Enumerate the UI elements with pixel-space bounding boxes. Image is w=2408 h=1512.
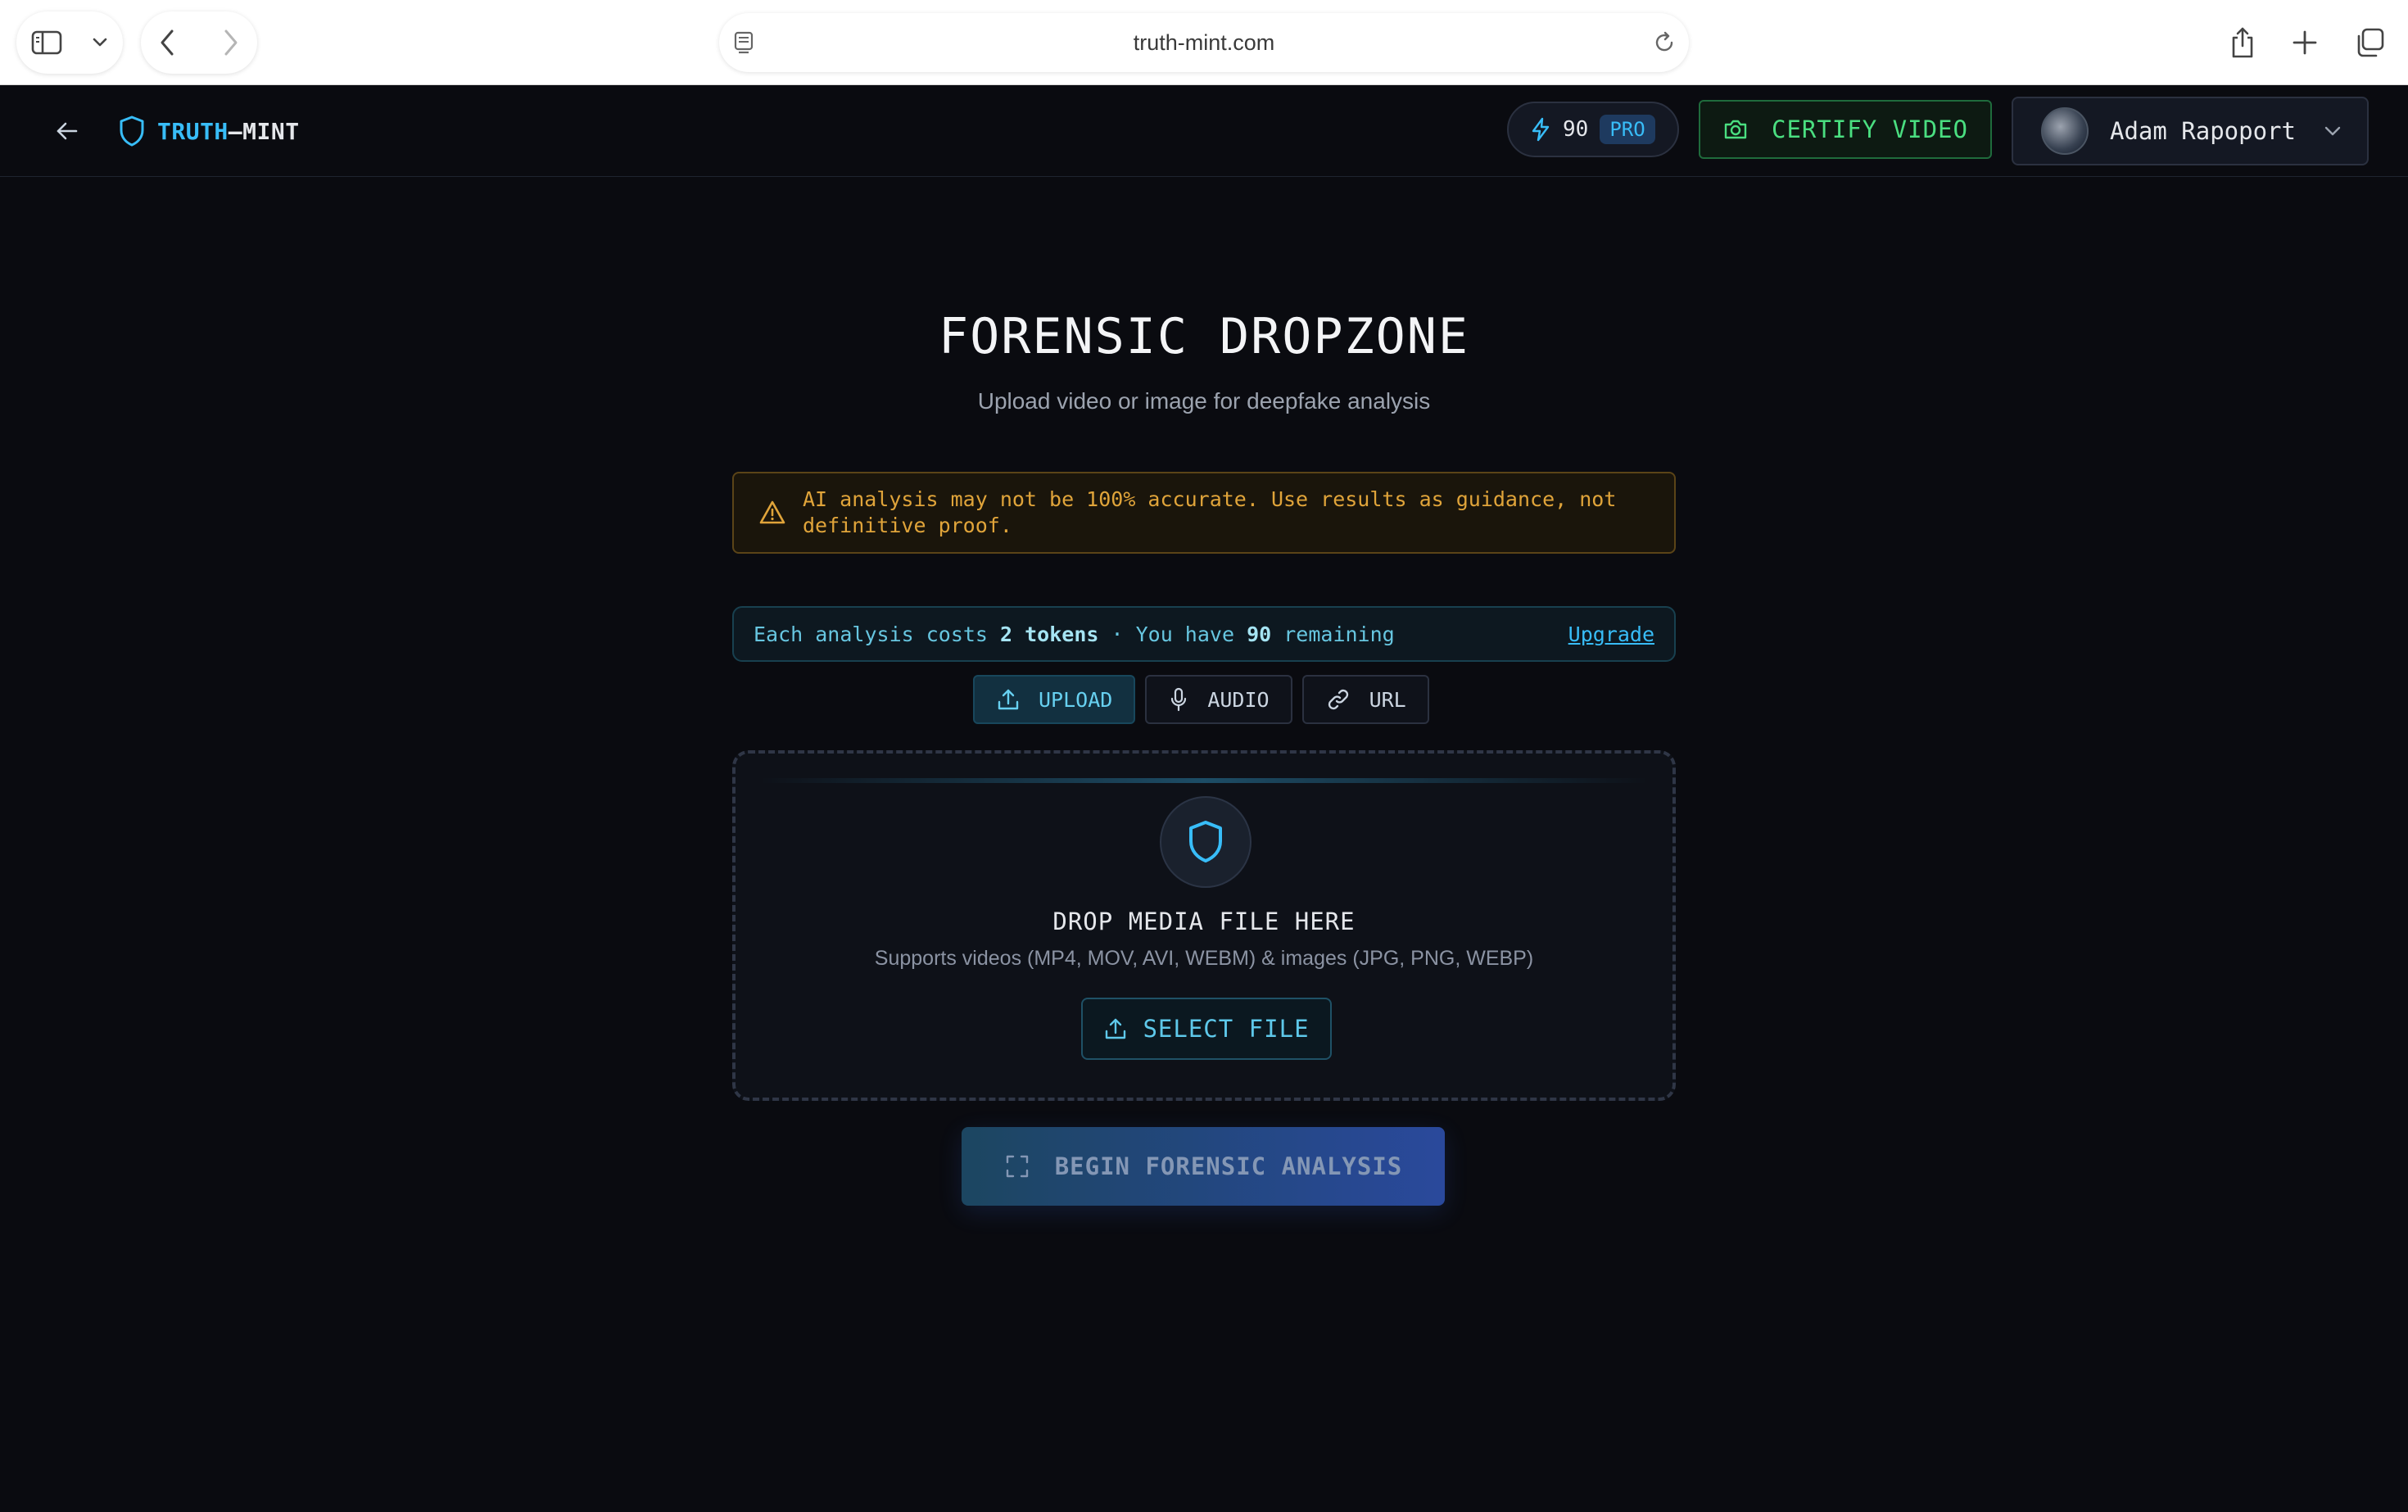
address-bar[interactable]: truth-mint.com <box>719 13 1689 72</box>
token-cost-bar: Each analysis costs 2 tokens · You have … <box>732 606 1676 662</box>
shield-icon <box>1186 819 1225 865</box>
token-count: 90 <box>1563 117 1589 142</box>
back-arrow-icon[interactable] <box>54 118 80 144</box>
sidebar-toggle-group[interactable] <box>16 11 123 74</box>
warning-text: AI analysis may not be 100% accurate. Us… <box>803 487 1617 537</box>
begin-analysis-button[interactable]: BEGIN FORENSIC ANALYSIS <box>962 1127 1445 1206</box>
select-file-label: SELECT FILE <box>1143 1015 1310 1043</box>
logo[interactable]: TRUTH–MINT <box>118 113 300 149</box>
avatar <box>2041 107 2089 155</box>
url-text[interactable]: truth-mint.com <box>1134 30 1275 56</box>
chevron-down-icon <box>2323 121 2342 141</box>
back-icon[interactable] <box>159 29 175 57</box>
input-mode-tabs: UPLOAD AUDIO URL <box>973 675 1429 724</box>
token-cost-prefix: Each analysis costs <box>754 622 1001 646</box>
page-title: FORENSIC DROPZONE <box>938 308 1470 365</box>
certify-video-button[interactable]: CERTIFY VIDEO <box>1699 100 1992 159</box>
page-icon[interactable] <box>731 29 757 56</box>
token-cost-amount: 2 tokens <box>1000 622 1099 646</box>
camera-icon <box>1722 118 1749 141</box>
logo-text-part2: –MINT <box>228 117 300 145</box>
dropzone-subtitle: Supports videos (MP4, MOV, AVI, WEBM) & … <box>874 947 1534 970</box>
page-subtitle: Upload video or image for deepfake analy… <box>977 388 1431 414</box>
token-cost-suffix: remaining <box>1271 622 1395 646</box>
link-icon <box>1325 686 1351 713</box>
reload-icon[interactable] <box>1651 29 1677 56</box>
tab-upload-label: UPLOAD <box>1039 687 1113 712</box>
share-icon[interactable] <box>2229 26 2256 59</box>
tab-upload[interactable]: UPLOAD <box>973 675 1136 724</box>
tab-audio[interactable]: AUDIO <box>1145 675 1292 724</box>
upgrade-link[interactable]: Upgrade <box>1568 622 1654 646</box>
nav-buttons <box>141 11 257 74</box>
dropzone-title: DROP MEDIA FILE HERE <box>1052 908 1356 935</box>
user-menu[interactable]: Adam Rapoport <box>2012 97 2369 165</box>
scan-frame-icon <box>1004 1153 1030 1179</box>
tab-url[interactable]: URL <box>1301 675 1429 724</box>
tabs-icon[interactable] <box>2354 27 2385 58</box>
sidebar-icon[interactable] <box>31 29 62 56</box>
file-dropzone[interactable]: DROP MEDIA FILE HERE Supports videos (MP… <box>732 750 1676 1101</box>
logo-text-part1: TRUTH <box>157 117 229 145</box>
shield-badge <box>1160 796 1252 888</box>
certify-video-label: CERTIFY VIDEO <box>1772 115 1968 143</box>
tab-url-label: URL <box>1369 687 1406 712</box>
token-cost-text: Each analysis costs 2 tokens · You have … <box>754 622 1395 646</box>
logo-text: TRUTH–MINT <box>157 118 300 145</box>
begin-analysis-label: BEGIN FORENSIC ANALYSIS <box>1054 1152 1403 1180</box>
upload-icon <box>996 687 1021 712</box>
token-balance[interactable]: 90 PRO <box>1507 102 1679 157</box>
shield-logo-icon <box>118 115 146 147</box>
token-remaining: 90 <box>1247 622 1272 646</box>
plus-icon[interactable] <box>2292 29 2318 56</box>
select-file-button[interactable]: SELECT FILE <box>1081 998 1332 1060</box>
microphone-icon <box>1168 686 1189 713</box>
chevron-down-icon[interactable] <box>92 37 108 48</box>
tab-audio-label: AUDIO <box>1207 687 1270 712</box>
warning-icon <box>758 500 786 526</box>
plan-badge: PRO <box>1600 115 1655 144</box>
user-name: Adam Rapoport <box>2110 117 2296 145</box>
forward-icon[interactable] <box>223 29 239 57</box>
app-header: TRUTH–MINT 90 PRO CERTIFY VIDEO Adam Rap… <box>0 85 2408 177</box>
browser-actions <box>2221 11 2393 74</box>
upload-icon <box>1103 1016 1128 1041</box>
token-cost-middle: · You have <box>1098 622 1247 646</box>
browser-chrome: truth-mint.com <box>0 0 2408 85</box>
accuracy-warning: AI analysis may not be 100% accurate. Us… <box>732 472 1676 554</box>
lightning-icon <box>1530 117 1551 142</box>
scan-line <box>760 778 1648 783</box>
